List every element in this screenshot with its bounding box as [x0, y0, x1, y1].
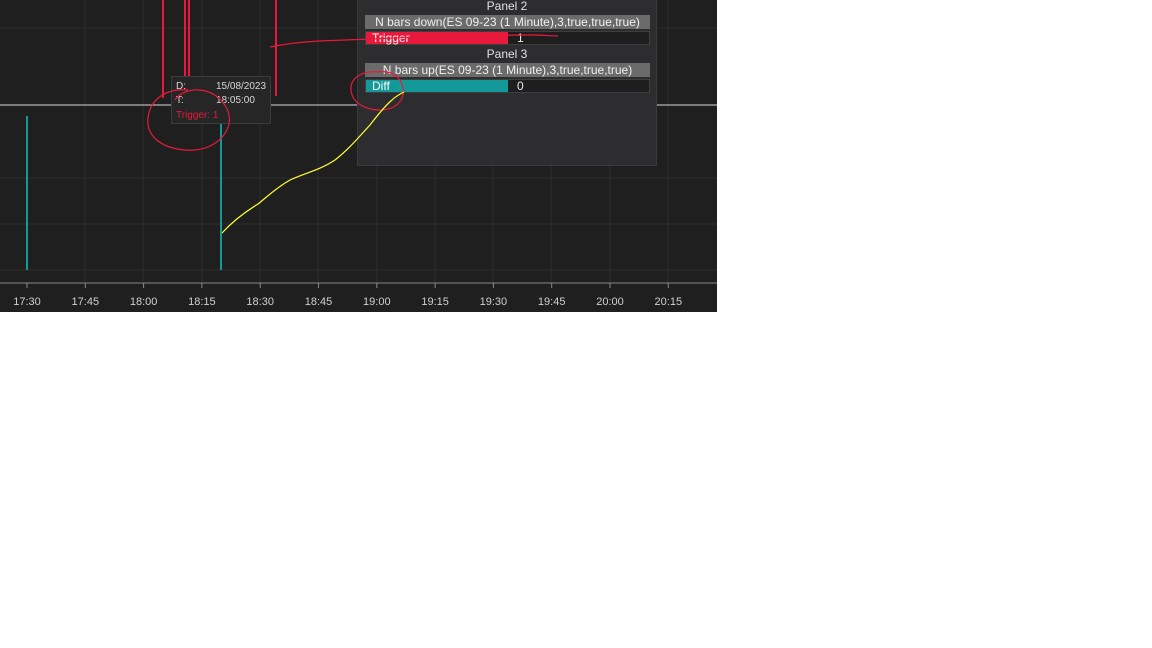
data-box-window[interactable]: Panel 2 N bars down(ES 09-23 (1 Minute),…: [357, 0, 657, 166]
panel-3-plot-row: Diff 0: [365, 79, 650, 93]
time-axis-label: 19:30: [480, 296, 508, 308]
time-axis-label: 18:15: [188, 296, 216, 308]
tooltip-time-key: T:: [176, 95, 184, 106]
diff-plot-label: Diff: [366, 80, 508, 92]
tooltip-trigger-value: Trigger: 1: [176, 110, 219, 121]
trigger-plot-value: 1: [517, 31, 524, 45]
tooltip-date-key: D:: [176, 81, 186, 92]
chart-tooltip: D: 15/08/2023 T: 18:05:00 Trigger: 1: [171, 76, 271, 124]
time-axis-label: 19:15: [421, 296, 449, 308]
trigger-plot-label: Trigger: [366, 32, 508, 44]
panel-2-title: Panel 2: [486, 0, 528, 13]
time-axis-label: 19:45: [538, 296, 566, 308]
time-axis-label: 18:45: [305, 296, 333, 308]
time-axis-label: 20:00: [596, 296, 624, 308]
time-axis-label: 17:45: [72, 296, 100, 308]
diff-plot-value: 0: [517, 79, 524, 93]
time-axis-label: 19:00: [363, 296, 391, 308]
time-axis-label: 18:30: [246, 296, 274, 308]
time-axis-ticks: [26, 283, 669, 288]
tooltip-time-value: 18:05:00: [216, 95, 255, 106]
time-axis-labels: 17:30 17:45 18:00 18:15 18:30 18:45 19:00 19:15…: [13, 296, 683, 308]
panel-3-title: Panel 3: [486, 47, 528, 61]
diff-bars: [26, 116, 222, 270]
chart-area[interactable]: 17:30 17:45 18:00 18:15 18:30 18:45 19:00 19:15…: [0, 0, 717, 312]
panel-2-plot-row: Trigger 1: [365, 31, 650, 45]
panel-3-indicator-header: N bars up(ES 09-23 (1 Minute),3,true,tru…: [365, 63, 650, 77]
time-axis-label: 18:00: [130, 296, 158, 308]
time-axis-label: 20:15: [655, 296, 683, 308]
time-axis-label: 17:30: [13, 296, 41, 308]
tooltip-date-value: 15/08/2023: [216, 81, 267, 92]
panel-2-indicator-header: N bars down(ES 09-23 (1 Minute),3,true,t…: [365, 15, 650, 29]
